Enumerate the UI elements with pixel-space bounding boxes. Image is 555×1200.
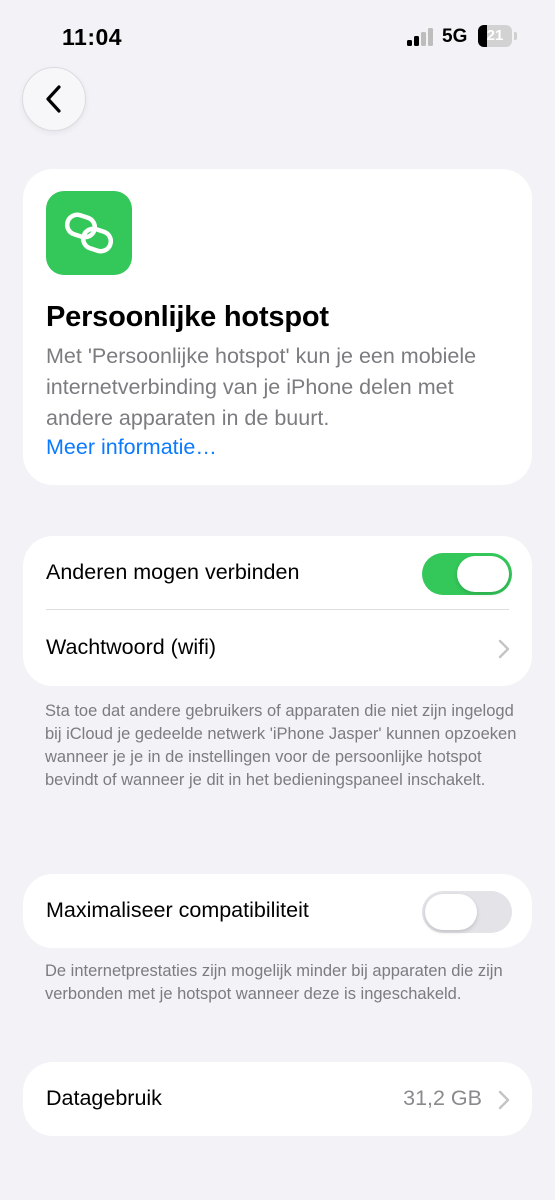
status-bar: 11:04 5G 21 — [0, 0, 555, 70]
toggle-knob — [457, 556, 509, 592]
hotspot-app-icon — [46, 191, 132, 275]
allow-others-row: Anderen mogen verbinden — [23, 536, 532, 610]
wifi-password-label: Wachtwoord (wifi) — [46, 635, 217, 659]
wifi-password-row[interactable]: Wachtwoord (wifi) — [23, 611, 532, 685]
compatibility-row: Maximaliseer compatibiliteit — [23, 874, 532, 948]
allow-others-footnote: Sta toe dat andere gebruikers of apparat… — [45, 702, 517, 789]
hotspot-description: Met 'Persoonlijke hotspot' kun je een mo… — [46, 344, 477, 430]
toggle-knob — [425, 894, 477, 930]
data-usage-value: 31,2 GB — [403, 1086, 482, 1110]
chevron-right-icon — [498, 1090, 510, 1110]
chevron-left-icon — [46, 85, 61, 113]
compatibility-footnote: De internetprestaties zijn mogelijk mind… — [45, 962, 503, 1003]
compatibility-label: Maximaliseer compatibiliteit — [46, 898, 309, 922]
signal-icon — [407, 28, 435, 46]
status-time: 11:04 — [62, 24, 123, 50]
page-title: Persoonlijke hotspot — [46, 301, 329, 333]
battery-icon: 21 — [478, 25, 512, 47]
battery-tip — [514, 32, 517, 40]
hotspot-settings-card: Anderen mogen verbinden Wachtwoord (wifi… — [23, 536, 532, 686]
back-button[interactable] — [22, 67, 86, 131]
compatibility-toggle[interactable] — [422, 891, 512, 933]
link-chain-icon — [64, 212, 114, 254]
network-type: 5G — [442, 26, 468, 47]
row-divider — [46, 609, 509, 610]
data-usage-row[interactable]: Datagebruik 31,2 GB — [23, 1062, 532, 1136]
compatibility-card: Maximaliseer compatibiliteit — [23, 874, 532, 948]
data-usage-label: Datagebruik — [46, 1086, 162, 1110]
data-usage-card: Datagebruik 31,2 GB — [23, 1062, 532, 1136]
allow-others-label: Anderen mogen verbinden — [46, 560, 300, 584]
more-info-link[interactable]: Meer informatie… — [46, 435, 217, 460]
allow-others-toggle[interactable] — [422, 553, 512, 595]
battery-level: 21 — [486, 27, 504, 44]
hotspot-info-card: Persoonlijke hotspot Met 'Persoonlijke h… — [23, 169, 532, 485]
chevron-right-icon — [498, 639, 510, 659]
